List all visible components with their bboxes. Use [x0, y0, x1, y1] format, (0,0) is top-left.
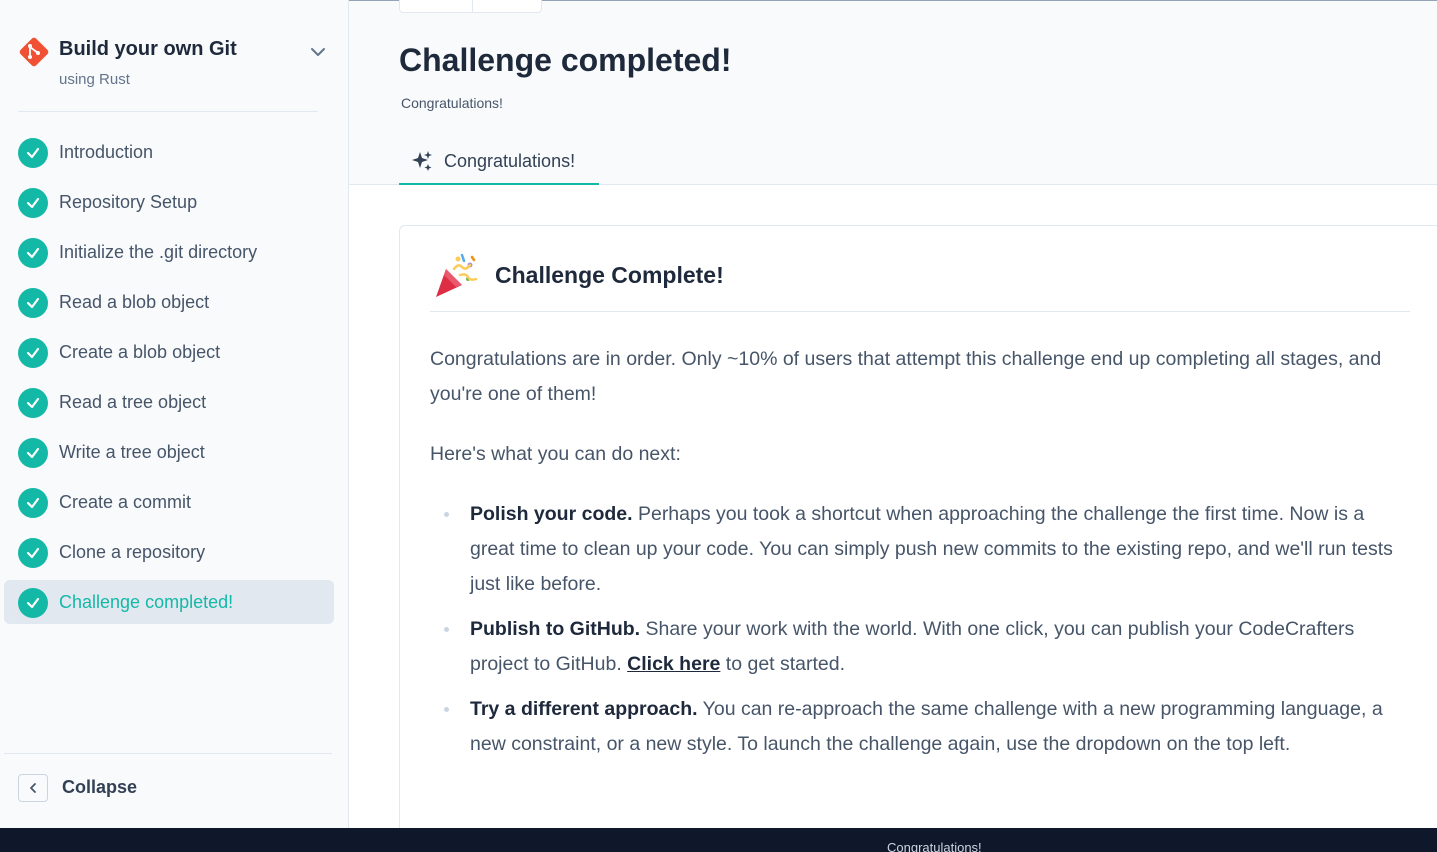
stage-label: Initialize the .git directory	[59, 242, 258, 262]
card-body: Congratulations are in order. Only ~10% …	[430, 342, 1410, 772]
intro-paragraph: Congratulations are in order. Only ~10% …	[430, 348, 1382, 405]
item-text-after: to get started.	[720, 653, 846, 675]
stage-label: Challenge completed!	[59, 592, 234, 612]
stage-list: Introduction Repository Setup Initialize…	[4, 130, 334, 630]
item-heading: Publish to GitHub.	[470, 618, 641, 640]
check-icon	[18, 488, 48, 518]
sidebar-item-write-tree[interactable]: Write a tree object	[4, 430, 334, 474]
course-header[interactable]: Build your own Git using Rust	[18, 36, 330, 112]
check-icon	[18, 288, 48, 318]
stage-label: Read a blob object	[59, 292, 210, 312]
sidebar-item-introduction[interactable]: Introduction	[4, 130, 334, 174]
chevron-down-icon[interactable]	[308, 42, 328, 62]
check-icon	[18, 438, 48, 468]
check-icon	[18, 188, 48, 218]
publish-github-link[interactable]: Click here	[627, 653, 720, 675]
bottom-status-text: Congratulations!	[887, 840, 982, 852]
stage-label: Repository Setup	[59, 192, 198, 212]
sidebar-bottom-divider	[4, 753, 332, 754]
page-title: Challenge completed!	[399, 42, 732, 78]
bottom-status-bar: Congratulations!	[0, 828, 1437, 852]
list-item: Publish to GitHub. Share your work with …	[430, 612, 1410, 682]
bullet	[444, 627, 449, 632]
stage-label: Clone a repository	[59, 542, 206, 562]
item-heading: Try a different approach.	[470, 698, 698, 720]
sidebar-item-read-blob[interactable]: Read a blob object	[4, 280, 334, 324]
sidebar-item-read-tree[interactable]: Read a tree object	[4, 380, 334, 424]
list-item: Try a different approach. You can re-app…	[430, 692, 1410, 762]
sidebar-item-initialize-git[interactable]: Initialize the .git directory	[4, 230, 334, 274]
page-subtitle: Congratulations!	[401, 95, 503, 111]
check-icon	[18, 238, 48, 268]
card-divider	[430, 311, 1410, 312]
sparkle-icon	[412, 151, 432, 171]
chevron-left-icon	[30, 783, 36, 793]
check-icon	[18, 538, 48, 568]
sidebar-item-create-blob[interactable]: Create a blob object	[4, 330, 334, 374]
stage-label: Introduction	[59, 142, 154, 162]
sidebar-item-repository-setup[interactable]: Repository Setup	[4, 180, 334, 224]
stage-label: Create a blob object	[59, 342, 221, 362]
bullet	[444, 512, 449, 517]
party-popper-icon	[436, 253, 478, 297]
next-steps-list: Polish your code. Perhaps you took a sho…	[430, 497, 1410, 762]
sidebar-item-create-commit[interactable]: Create a commit	[4, 480, 334, 524]
tab-congratulations[interactable]: Congratulations!	[399, 140, 599, 185]
stage-label: Create a commit	[59, 492, 192, 512]
course-language: using Rust	[59, 71, 130, 88]
completion-card: Challenge Complete! Congratulations are …	[399, 225, 1437, 828]
stage-label: Read a tree object	[59, 392, 207, 412]
collapse-label[interactable]: Collapse	[62, 777, 137, 798]
check-icon	[18, 338, 48, 368]
stage-header: Challenge completed! Congratulations! Co…	[349, 0, 1437, 185]
collapse-button[interactable]	[18, 774, 48, 802]
card-title: Challenge Complete!	[495, 262, 724, 288]
bullet	[444, 707, 449, 712]
sidebar-item-challenge-completed[interactable]: Challenge completed!	[4, 580, 334, 624]
check-icon	[18, 138, 48, 168]
list-item: Polish your code. Perhaps you took a sho…	[430, 497, 1410, 602]
course-title: Build your own Git	[59, 38, 237, 60]
sidebar-divider	[18, 111, 318, 112]
sidebar-item-clone-repository[interactable]: Clone a repository	[4, 530, 334, 574]
main-content: Challenge completed! Congratulations! Co…	[349, 0, 1437, 828]
item-heading: Polish your code.	[470, 503, 633, 525]
stage-label: Write a tree object	[59, 442, 205, 462]
top-tab-group[interactable]	[399, 0, 542, 13]
check-icon	[18, 388, 48, 418]
git-logo-icon	[19, 37, 49, 67]
next-heading: Here's what you can do next:	[430, 443, 681, 465]
sidebar: Build your own Git using Rust Introducti…	[0, 0, 349, 828]
tab-label: Congratulations!	[444, 151, 576, 171]
check-icon	[18, 588, 48, 618]
